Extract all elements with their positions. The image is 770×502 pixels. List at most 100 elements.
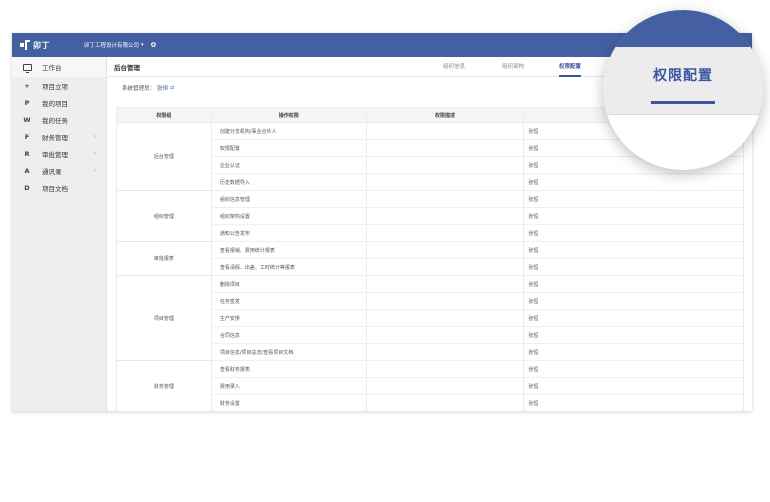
operation-cell: 权限配置 bbox=[210, 139, 367, 157]
sidebar-item-label: 财务管理 bbox=[42, 133, 68, 142]
description-cell bbox=[365, 377, 525, 395]
chevron-left-icon: ‹ bbox=[93, 150, 96, 157]
table-row: 组织架构设置 张恒 bbox=[117, 207, 744, 225]
description-cell bbox=[365, 122, 525, 140]
description-cell bbox=[365, 360, 525, 378]
table-row: 财务设置 张恒 bbox=[117, 394, 744, 411]
table-row: 历史数据导入 张恒 bbox=[117, 173, 744, 191]
sidebar-item-label: 审批管理 bbox=[42, 150, 68, 159]
description-cell bbox=[365, 394, 525, 411]
sidebar-item[interactable]: R 审批管理 ‹ bbox=[12, 145, 106, 162]
company-switcher[interactable]: 卯丁工程设计有限公司 ▾ ✿ bbox=[84, 41, 156, 49]
description-cell bbox=[365, 224, 525, 242]
table-row: 项目信息/项目总览/查看项目文档 张恒 bbox=[117, 343, 744, 361]
operation-cell: 组织架构设置 bbox=[210, 207, 367, 225]
member-cell[interactable]: 张恒 bbox=[523, 224, 744, 242]
magnifier-tab-underline bbox=[651, 101, 715, 104]
operation-cell: 费用录入 bbox=[210, 377, 367, 395]
operation-cell: 删除项目 bbox=[210, 275, 367, 293]
table-row: 任务签发 张恒 bbox=[117, 292, 744, 310]
sidebar-item-label: 项目立项 bbox=[42, 82, 68, 91]
header-description: 权限描述 bbox=[365, 107, 525, 123]
sidebar: 工作台 + 项目立项 P 我的项目 W 我的任务 F 财务管理 ‹ R 审批管理 ‹ A 通讯录 ‹ D 项目文档 bbox=[12, 57, 107, 411]
member-cell[interactable]: 张恒 bbox=[523, 241, 744, 259]
member-cell[interactable]: 张恒 bbox=[523, 258, 744, 276]
sidebar-item[interactable]: F 财务管理 ‹ bbox=[12, 128, 106, 145]
member-cell[interactable]: 张恒 bbox=[523, 326, 744, 344]
operation-cell: 任务签发 bbox=[210, 292, 367, 310]
member-cell[interactable]: 张恒 bbox=[523, 292, 744, 310]
sidebar-item-label: 项目文档 bbox=[42, 184, 68, 193]
description-cell bbox=[365, 156, 525, 174]
member-cell[interactable]: 张恒 bbox=[523, 275, 744, 293]
table-row: 项目管理 删除项目 张恒 bbox=[116, 275, 744, 361]
permission-group-cell: 项目管理 bbox=[116, 275, 212, 361]
member-cell[interactable]: 张恒 bbox=[523, 343, 744, 361]
operation-cell: 历史数据导入 bbox=[210, 173, 367, 191]
description-cell bbox=[365, 207, 525, 225]
logo[interactable]: 卯丁 bbox=[20, 40, 82, 51]
company-name: 卯丁工程设计有限公司 bbox=[84, 43, 140, 49]
letter-d-icon: D bbox=[24, 183, 30, 192]
sidebar-item-label: 通讯录 bbox=[42, 167, 62, 176]
letter-w-icon: W bbox=[23, 115, 31, 124]
swap-icon[interactable]: ⇄ bbox=[170, 85, 174, 91]
table-row: 生产安排 张恒 bbox=[117, 309, 744, 327]
description-cell bbox=[365, 275, 525, 293]
table-row: 费用录入 张恒 bbox=[117, 377, 744, 395]
tab-permissions[interactable]: 权限配置 bbox=[559, 57, 582, 77]
sidebar-item-label: 工作台 bbox=[42, 64, 62, 72]
sidebar-item-label: 我的项目 bbox=[42, 99, 68, 108]
member-cell[interactable]: 张恒 bbox=[523, 394, 744, 411]
permission-group-cell: 财务管理 bbox=[116, 360, 212, 411]
sidebar-item[interactable]: W 我的任务 bbox=[12, 111, 106, 128]
table-row: 财务管理 查看财务报表 张恒 bbox=[116, 360, 744, 411]
admin-name[interactable]: 张恒 bbox=[157, 84, 168, 92]
member-cell[interactable]: 张恒 bbox=[523, 190, 744, 208]
letter-p-icon: P bbox=[24, 98, 30, 107]
magnifier-tab-label: 权限配置 bbox=[653, 68, 713, 84]
sidebar-item[interactable]: D 项目文档 bbox=[12, 179, 106, 196]
sidebar-item-label: 我的任务 bbox=[42, 116, 68, 125]
operation-cell: 合同信息 bbox=[210, 326, 367, 344]
member-cell[interactable]: 张恒 bbox=[523, 173, 744, 191]
header-group: 权限组 bbox=[116, 107, 212, 123]
permission-group-cell: 审批报表 bbox=[116, 241, 212, 276]
logo-icon bbox=[20, 40, 30, 50]
description-cell bbox=[365, 241, 525, 259]
operation-cell: 查看财务报表 bbox=[210, 360, 367, 378]
sidebar-item[interactable]: 工作台 bbox=[12, 57, 106, 77]
member-cell[interactable]: 张恒 bbox=[523, 207, 744, 225]
sidebar-item[interactable]: + 项目立项 bbox=[12, 77, 106, 94]
sidebar-item[interactable]: A 通讯录 ‹ bbox=[12, 162, 106, 179]
description-cell bbox=[365, 343, 525, 361]
chevron-left-icon: ‹ bbox=[93, 133, 96, 140]
table-row: 合同信息 张恒 bbox=[117, 326, 744, 344]
member-cell[interactable]: 张恒 bbox=[523, 360, 744, 378]
table-row: 通知公告发布 张恒 bbox=[117, 224, 744, 242]
gear-icon[interactable]: ✿ bbox=[151, 41, 157, 49]
header-operation: 操作权限 bbox=[210, 107, 367, 123]
operation-cell: 生产安排 bbox=[210, 309, 367, 327]
member-cell[interactable]: 张恒 bbox=[523, 309, 744, 327]
tab-org-info[interactable]: 组织信息 bbox=[443, 57, 465, 77]
letter-f-icon: F bbox=[24, 132, 30, 141]
permission-group-cell: 后台管理 bbox=[116, 122, 212, 191]
member-cell[interactable]: 张恒 bbox=[523, 377, 744, 395]
sidebar-item[interactable]: P 我的项目 bbox=[12, 94, 106, 111]
description-cell bbox=[365, 173, 525, 191]
operation-cell: 查看报销、费用统计报表 bbox=[210, 241, 367, 259]
magnifier-callout: 权限配置 bbox=[603, 10, 763, 170]
logo-text: 卯丁 bbox=[33, 40, 50, 50]
description-cell bbox=[365, 139, 525, 157]
magnifier-topbar bbox=[603, 10, 763, 47]
page-title: 后台管理 bbox=[114, 63, 140, 72]
operation-cell: 通知公告发布 bbox=[210, 224, 367, 242]
description-cell bbox=[365, 309, 525, 327]
description-cell bbox=[365, 326, 525, 344]
operation-cell: 查看请假、出差、工时统计等报表 bbox=[210, 258, 367, 276]
permission-group-cell: 组织管理 bbox=[116, 190, 212, 242]
letter-a-icon: A bbox=[24, 166, 30, 175]
tab-org-structure[interactable]: 组织架构 bbox=[502, 57, 524, 77]
table-row: 查看请假、出差、工时统计等报表 张恒 bbox=[117, 258, 744, 276]
